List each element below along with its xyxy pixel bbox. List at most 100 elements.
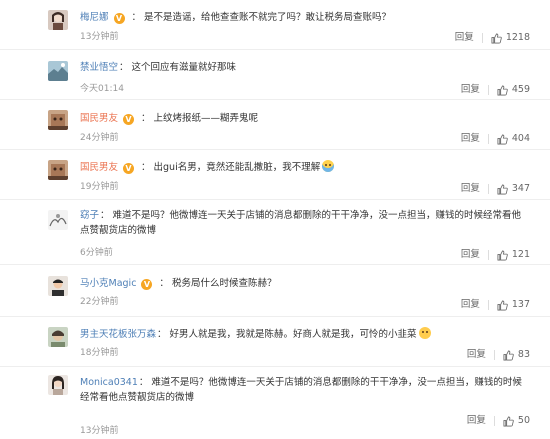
comment-item: 男主天花板张万森： 好男人就是我，我就是陈赫。好商人就是我，可怜的小韭菜 18分钟…: [0, 317, 550, 367]
comment-line: Monica0341： 难道不是吗？他微博连一天关于店铺的消息都删除的干干净净，没…: [80, 377, 522, 403]
username[interactable]: 梅尼娜: [80, 12, 109, 23]
comment-text: 上纹烤报纸——糊弄鬼呢: [153, 113, 259, 124]
avatar[interactable]: [48, 375, 68, 395]
comment-actions: 回复 404: [461, 133, 530, 145]
comment-item: 马小克Magic V：税务局什么时候查陈赫？ 22分钟前 回复 137: [0, 265, 550, 317]
avatar[interactable]: [48, 276, 68, 296]
avatar[interactable]: [48, 110, 68, 130]
comment-line: 国民男友 V：出gui名男，竟然还能乱撒脏，我不理解: [80, 160, 530, 175]
comment-time: 6分钟前: [80, 248, 113, 258]
comment-time: 24分钟前: [80, 133, 119, 143]
comment-text: 税务局什么时候查陈赫？: [171, 278, 277, 289]
comment-text: 好男人就是我，我就是陈赫。好商人就是我，可怜的小韭菜: [169, 329, 417, 340]
thumbs-up-icon: [497, 134, 508, 145]
thumbs-up-icon: [497, 184, 508, 195]
divider: [487, 184, 489, 194]
avatar[interactable]: [48, 327, 68, 347]
comment-actions: 回复 459: [461, 84, 530, 96]
thumbs-up-icon: [491, 33, 502, 44]
comment-text: 是不是造谣，给他查查账不就完了吗？敢让税务局查账吗？: [144, 12, 392, 23]
verified-badge-icon: V: [123, 163, 135, 174]
comment-line: 马小克Magic V：税务局什么时候查陈赫？: [80, 278, 277, 290]
comment-text: 出gui名男，竟然还能乱撒脏，我不理解: [153, 162, 321, 173]
like-count: 137: [511, 299, 530, 310]
comment-time: 18分钟前: [80, 348, 119, 358]
divider: [487, 134, 489, 144]
username[interactable]: 国民男友: [80, 113, 118, 124]
divider: [481, 33, 483, 43]
comment-actions: 回复 347: [461, 183, 530, 195]
username[interactable]: 马小克Magic: [80, 278, 136, 289]
like-count: 83: [517, 349, 530, 360]
comment-item: 国民男友 V：上纹烤报纸——糊弄鬼呢 24分钟前 回复 404: [0, 100, 550, 150]
thumbs-up-icon: [497, 250, 508, 261]
comment-item: 国民男友 V：出gui名男，竟然还能乱撒脏，我不理解 19分钟前 回复 347: [0, 150, 550, 200]
avatar[interactable]: [48, 160, 68, 180]
comment-line: 禁业悟空： 这个回应有滋量就好那味: [80, 62, 237, 73]
reply-button[interactable]: 回复: [467, 349, 486, 361]
divider: [487, 300, 489, 310]
reply-button[interactable]: 回复: [461, 133, 480, 145]
divider: [487, 85, 489, 95]
comment-actions: 回复 50: [467, 415, 530, 427]
comment-time: 13分钟前: [80, 32, 119, 42]
username[interactable]: 窈子: [80, 210, 99, 221]
like-button[interactable]: 83: [503, 349, 530, 361]
comment-item: Monica0341： 难道不是吗？他微博连一天关于店铺的消息都删除的干干净净，没…: [0, 367, 550, 439]
like-count: 1218: [505, 32, 530, 43]
reply-button[interactable]: 回复: [461, 183, 480, 195]
comment-time: 22分钟前: [80, 297, 119, 307]
like-count: 404: [511, 133, 530, 144]
divider: [487, 250, 489, 260]
comment-actions: 回复 121: [461, 249, 530, 261]
like-count: 347: [511, 183, 530, 194]
thumbs-up-icon: [497, 300, 508, 311]
avatar[interactable]: [48, 210, 68, 230]
username[interactable]: Monica0341: [80, 377, 138, 388]
comment-item: 禁业悟空： 这个回应有滋量就好那味 回复 459 今天01:14: [0, 50, 550, 100]
comment-item: 窈子： 难道不是吗？他微博连一天关于店铺的消息都删除的干干净净，没一点担当，赚钱的…: [0, 200, 550, 265]
comment-text: 难道不是吗？他微博连一天关于店铺的消息都删除的干干净净，没一点担当，赚钱的时候经…: [80, 210, 522, 236]
verified-badge-icon: V: [141, 279, 153, 290]
like-button[interactable]: 459: [497, 84, 530, 96]
comment-item: 梅尼娜 V：是不是造谣，给他查查账不就完了吗？敢让税务局查账吗？ 13分钟前 回复…: [0, 0, 550, 50]
thumbs-up-icon: [497, 85, 508, 96]
reply-button[interactable]: 回复: [461, 299, 480, 311]
comment-time: 今天01:14: [80, 84, 124, 94]
comment-line: 窈子： 难道不是吗？他微博连一天关于店铺的消息都删除的干干净净，没一点担当，赚钱的…: [80, 210, 522, 236]
reply-button[interactable]: 回复: [461, 84, 480, 96]
comment-time: 13分钟前: [80, 426, 119, 436]
comment-line: 梅尼娜 V：是不是造谣，给他查查账不就完了吗？敢让税务局查账吗？: [80, 12, 392, 24]
pitiful-emoji-icon: [418, 327, 431, 339]
avatar[interactable]: [48, 10, 68, 30]
crying-emoji-icon: [322, 160, 335, 172]
username[interactable]: 男主天花板张万森: [80, 329, 156, 340]
username[interactable]: 国民男友: [80, 162, 118, 173]
divider: [493, 416, 495, 426]
comment-line: 男主天花板张万森： 好男人就是我，我就是陈赫。好商人就是我，可怜的小韭菜: [80, 327, 530, 342]
like-count: 459: [511, 84, 530, 95]
like-count: 121: [511, 249, 530, 260]
comment-line: 国民男友 V：上纹烤报纸——糊弄鬼呢: [80, 113, 259, 125]
verified-badge-icon: V: [113, 13, 125, 24]
thumbs-up-icon: [503, 350, 514, 361]
avatar[interactable]: [48, 61, 68, 81]
like-button[interactable]: 137: [497, 299, 530, 311]
thumbs-up-icon: [503, 416, 514, 427]
comment-actions: 回复 137: [461, 299, 530, 311]
comment-actions: 回复 83: [467, 349, 530, 361]
comment-time: 19分钟前: [80, 182, 119, 192]
username[interactable]: 禁业悟空: [80, 62, 118, 73]
comment-actions: 回复 1218: [455, 32, 530, 44]
like-button[interactable]: 50: [503, 415, 530, 427]
comment-text: 这个回应有滋量就好那味: [131, 62, 237, 73]
reply-button[interactable]: 回复: [467, 415, 486, 427]
comment-feed: 梅尼娜 V：是不是造谣，给他查查账不就完了吗？敢让税务局查账吗？ 13分钟前 回复…: [0, 0, 550, 439]
reply-button[interactable]: 回复: [461, 249, 480, 261]
like-button[interactable]: 1218: [491, 32, 530, 44]
verified-badge-icon: V: [123, 114, 135, 125]
reply-button[interactable]: 回复: [455, 32, 474, 44]
like-button[interactable]: 404: [497, 133, 530, 145]
like-button[interactable]: 347: [497, 183, 530, 195]
like-button[interactable]: 121: [497, 249, 530, 261]
